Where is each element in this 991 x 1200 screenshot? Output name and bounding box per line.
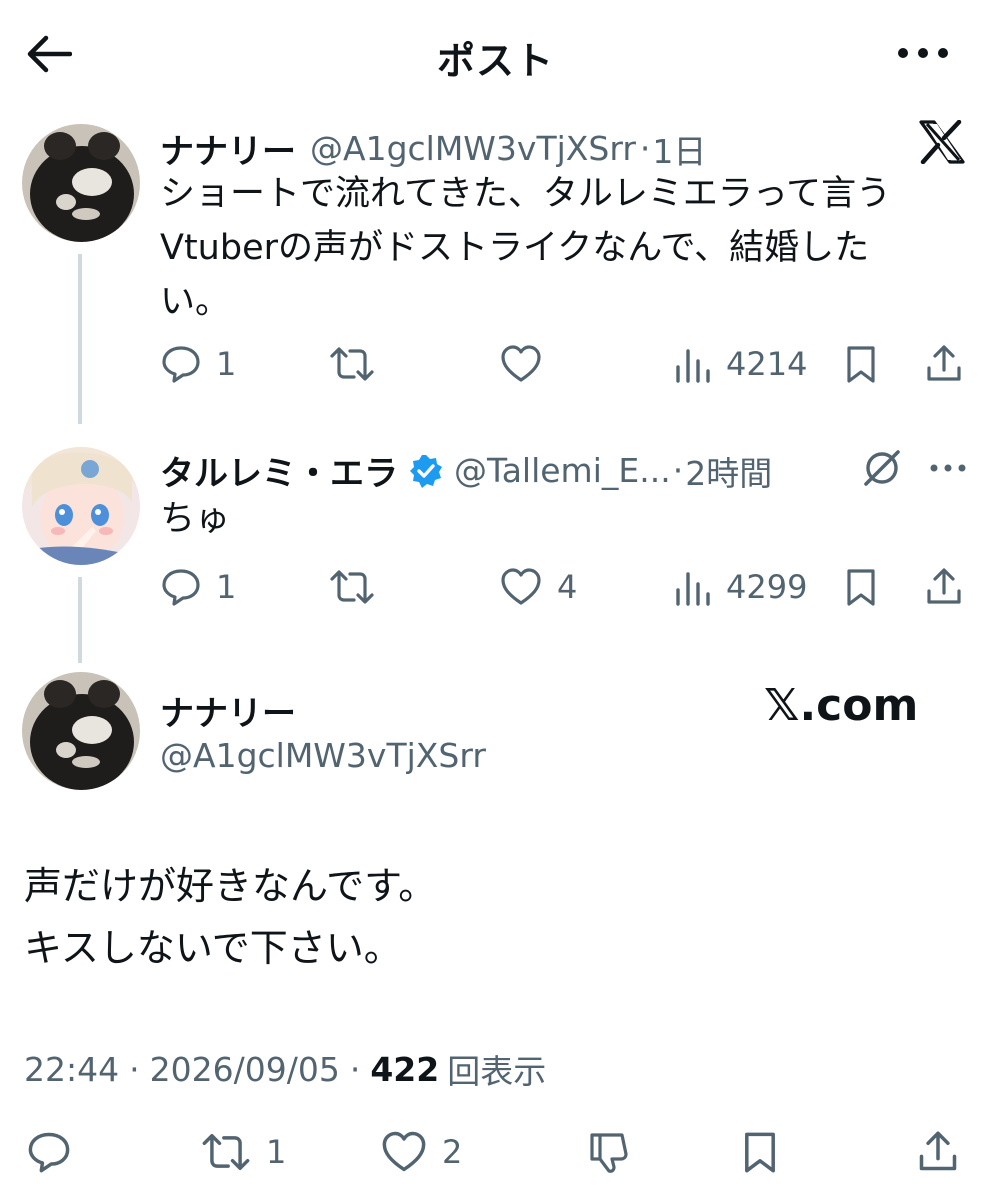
display-name[interactable]: ナナリー [160,686,296,735]
text-line: い。 [160,282,231,322]
bookmark-button[interactable] [740,1130,780,1174]
views-button[interactable]: 4214 [674,342,807,386]
share-icon [924,567,964,607]
display-name[interactable]: タルレミ・エラ [160,446,398,495]
like-button[interactable] [499,342,543,386]
heart-icon [499,567,543,607]
text-line: ショートで流れてきた、タルレミエラって言う [160,174,892,214]
avatar[interactable] [22,124,140,242]
share-button[interactable] [924,565,964,609]
x-logo-icon [918,120,966,164]
views-count: 422 [370,1049,440,1089]
reply-icon [26,1130,72,1174]
timestamp[interactable]: 2時間 [685,447,772,495]
avatar[interactable] [22,672,140,790]
reply-icon [160,344,202,384]
avatar[interactable] [22,447,140,565]
retweet-button[interactable]: 1 [200,1130,286,1174]
share-icon [924,344,964,384]
post-meta: 22:44 · 2026/09/05 · 422 回表示 [24,1045,546,1093]
text-line: Vtuberの声がドストライクなんで、結婚した [160,228,870,268]
tweet-header: ナナリー @A1gclMW3vTjXSrr · 1日 [160,124,706,173]
like-count: 2 [442,1133,463,1171]
reply-button[interactable] [26,1130,72,1174]
post-text: 声だけが好きなんです。 キスしないで下さい。 [24,855,436,979]
bookmark-icon [740,1130,780,1174]
separator-dot: · [129,1049,140,1089]
retweet-count: 1 [266,1133,287,1171]
thread-line [78,254,82,424]
thread-line [78,577,82,663]
heart-icon [380,1130,428,1174]
like-button[interactable]: 4 [499,565,577,609]
views-chart-icon [674,568,712,606]
share-button[interactable] [924,342,964,386]
grok-icon[interactable] [860,448,904,488]
views-button[interactable]: 4299 [674,565,807,609]
page-title: ポスト [436,39,554,83]
bookmark-icon [843,567,879,607]
separator-dot: · [349,1049,361,1089]
user-handle[interactable]: @A1gclMW3vTjXSrr [160,736,486,775]
heart-icon [499,344,543,384]
retweet-icon [200,1130,252,1174]
reply-count: 1 [216,345,237,383]
post-date[interactable]: 2026/09/05 [150,1050,340,1089]
display-name[interactable]: ナナリー [160,124,296,173]
tweet-text: ちゅ [160,492,230,546]
more-options-icon[interactable] [895,38,951,68]
retweet-icon [328,344,376,384]
share-button[interactable] [916,1130,960,1174]
views-label: 回表示 [447,1052,547,1091]
share-icon [916,1130,960,1174]
views-chart-icon [674,345,712,383]
reply-button[interactable]: 1 [160,342,236,386]
thumbs-down-icon [586,1130,632,1174]
tweet-text: ショートで流れてきた、タルレミエラって言う Vtuberの声がドストライクなんで… [160,167,960,329]
bookmark-button[interactable] [843,565,879,609]
user-handle[interactable]: @Tallemi_E... [454,451,671,490]
separator-dot: · [639,129,651,168]
bookmark-icon [843,344,879,384]
tweet-header: タルレミ・エラ @Tallemi_E... · 2時間 [160,446,772,495]
views-count: 4214 [726,345,808,383]
timestamp[interactable]: 1日 [652,125,706,173]
like-button[interactable]: 2 [380,1130,462,1174]
retweet-button[interactable] [328,342,376,386]
user-handle[interactable]: @A1gclMW3vTjXSrr [310,129,636,168]
like-count: 4 [557,568,578,606]
text-line: キスしないで下さい。 [24,926,402,970]
views-count: 4299 [726,568,808,606]
post-time[interactable]: 22:44 [24,1050,119,1089]
dislike-button[interactable] [586,1130,632,1174]
retweet-button[interactable] [328,565,376,609]
text-line: ちゅ [160,499,231,539]
reply-button[interactable]: 1 [160,565,236,609]
retweet-icon [328,567,376,607]
x-com-watermark: 𝕏.com [764,680,919,731]
more-options-icon[interactable] [928,458,968,478]
reply-icon [160,567,202,607]
bookmark-button[interactable] [843,342,879,386]
reply-count: 1 [216,568,237,606]
verified-badge-icon [408,453,444,489]
separator-dot: · [672,451,684,490]
text-line: 声だけが好きなんです。 [24,864,437,908]
